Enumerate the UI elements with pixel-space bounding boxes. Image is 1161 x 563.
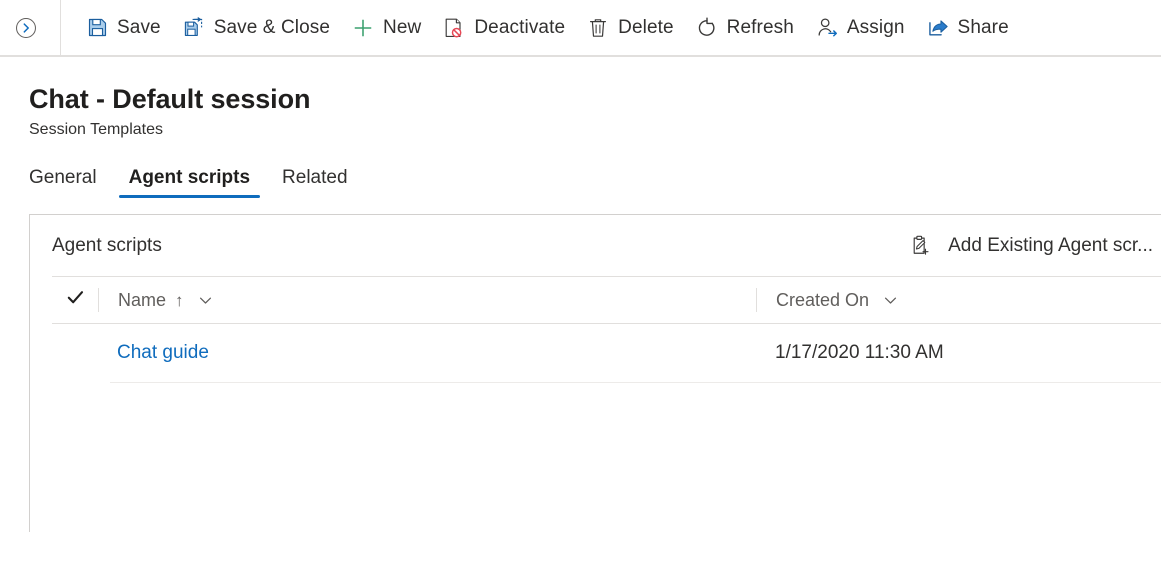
tab-related[interactable]: Related: [272, 167, 358, 198]
row-divider: [110, 382, 1161, 383]
new-button-label: New: [383, 16, 422, 38]
save-floppy-icon: [86, 17, 108, 39]
refresh-icon: [696, 17, 718, 39]
row-cell-created-on: 1/17/2020 11:30 AM: [775, 342, 944, 363]
subgrid-title: Agent scripts: [52, 234, 162, 256]
tab-general-label: General: [29, 167, 97, 188]
column-header-created-on-label: Created On: [776, 289, 870, 310]
command-bar: Save Save & Close New Deactivate Delete …: [0, 0, 1161, 57]
tab-agent-scripts[interactable]: Agent scripts: [118, 167, 261, 198]
column-header-created-on[interactable]: Created On: [756, 288, 1161, 312]
deactivate-button-label: Deactivate: [474, 16, 566, 38]
column-header-name-chevron-down-icon[interactable]: [197, 292, 214, 309]
chevron-right-circle-icon: [15, 17, 37, 39]
command-bar-items: Save Save & Close New Deactivate Delete …: [61, 0, 1020, 56]
table-row[interactable]: Chat guide 1/17/2020 11:30 AM: [30, 324, 1161, 382]
save-and-close-button[interactable]: Save & Close: [172, 6, 341, 50]
save-and-close-button-label: Save & Close: [213, 16, 331, 38]
subgrid-column-headers: Name ↑ Created On: [30, 277, 1161, 323]
save-button-label: Save: [117, 16, 161, 38]
page-subtitle: Session Templates: [29, 121, 163, 138]
save-button[interactable]: Save: [75, 6, 172, 50]
checkmark-icon: [66, 288, 85, 312]
tab-agent-scripts-label: Agent scripts: [128, 167, 251, 188]
row-cell-name: Chat guide: [98, 342, 756, 364]
deactivate-page-blocked-icon: [443, 17, 465, 39]
column-header-name-label: Name: [118, 289, 167, 310]
expand-panel-button[interactable]: [0, 0, 61, 56]
form-tab-list: General Agent scripts Related: [0, 161, 1161, 198]
assign-person-arrow-icon: [816, 17, 838, 39]
deactivate-button[interactable]: Deactivate: [432, 6, 576, 50]
page-header: Chat - Default session Session Templates: [0, 57, 1161, 140]
agent-scripts-subgrid-card: Agent scripts Add Existing Agent scr...: [29, 214, 1161, 532]
row-link-chat-guide[interactable]: Chat guide: [117, 342, 209, 363]
subgrid-header: Agent scripts Add Existing Agent scr...: [30, 215, 1161, 276]
page-title: Chat - Default session: [29, 84, 311, 114]
column-header-created-on-chevron-down-icon[interactable]: [882, 292, 899, 309]
column-header-name[interactable]: Name ↑: [98, 288, 756, 312]
delete-button[interactable]: Delete: [576, 6, 685, 50]
refresh-button[interactable]: Refresh: [685, 6, 805, 50]
assign-button[interactable]: Assign: [805, 6, 916, 50]
tab-related-label: Related: [282, 167, 348, 188]
add-existing-agent-script-label: Add Existing Agent scr...: [948, 234, 1153, 256]
tab-general[interactable]: General: [19, 167, 107, 198]
trash-icon: [587, 17, 609, 39]
add-existing-agent-script-button[interactable]: Add Existing Agent scr...: [904, 226, 1161, 266]
share-button-label: Share: [957, 16, 1009, 38]
plus-icon: [352, 17, 374, 39]
refresh-button-label: Refresh: [726, 16, 794, 38]
select-all-rows-checkbox[interactable]: [52, 288, 98, 312]
add-existing-clipboard-icon: [910, 235, 932, 257]
share-arrow-icon: [927, 17, 949, 39]
share-button[interactable]: Share: [916, 6, 1020, 50]
delete-button-label: Delete: [618, 16, 674, 38]
new-button[interactable]: New: [341, 6, 432, 50]
assign-button-label: Assign: [846, 16, 905, 38]
save-and-close-icon: [183, 17, 205, 39]
sort-ascending-icon: ↑: [175, 290, 184, 310]
